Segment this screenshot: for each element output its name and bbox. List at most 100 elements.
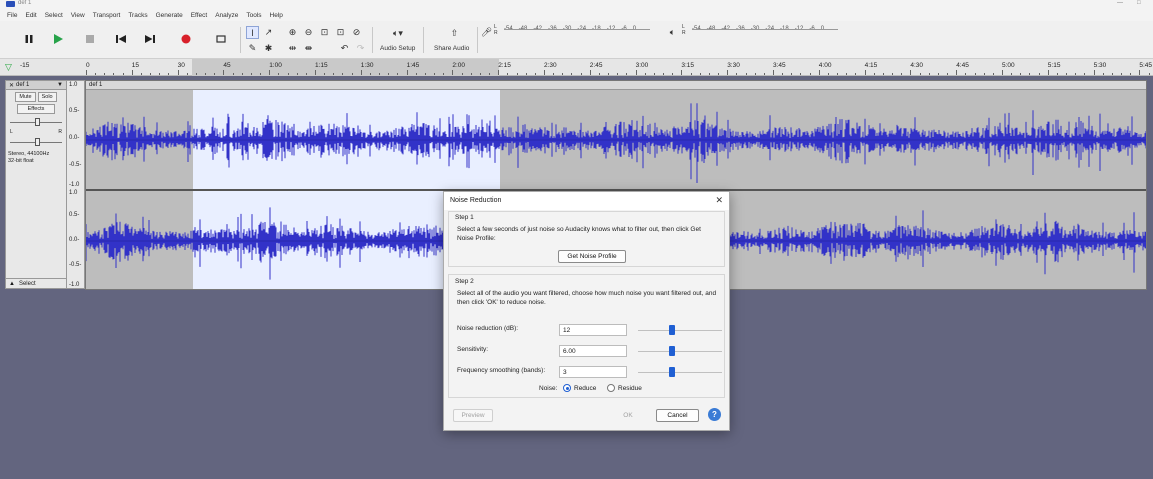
noise-reduction-dialog: Noise Reduction ✕ Step 1 Select a few se… xyxy=(443,191,730,431)
timeline-tick xyxy=(681,70,683,75)
noise-reduction-slider[interactable] xyxy=(638,324,722,336)
timeline-tick xyxy=(140,73,142,75)
timeline-tick-label: 5:45 xyxy=(1139,62,1153,69)
maximize-button[interactable]: □ xyxy=(1137,0,1141,6)
residue-radio[interactable]: Residue xyxy=(607,384,642,392)
frequency-smoothing-input[interactable]: 3 xyxy=(559,366,627,378)
timeline-tick-label: 15 xyxy=(131,62,140,69)
timeline-tick xyxy=(507,73,509,75)
timeline-tick xyxy=(287,73,289,75)
timeline-tick xyxy=(369,73,371,75)
record-icon xyxy=(181,34,191,44)
timeline-tick-label: 4:15 xyxy=(864,62,878,69)
ok-button[interactable]: OK xyxy=(607,409,649,422)
timeline-tick xyxy=(351,73,353,75)
gain-slider[interactable] xyxy=(10,117,62,127)
skip-to-end-button[interactable] xyxy=(140,29,160,49)
audio-setup-button[interactable]: Audio Setup xyxy=(380,45,415,52)
share-audio-button[interactable]: Share Audio xyxy=(434,45,469,52)
share-icon[interactable]: ⇧ xyxy=(448,27,461,40)
timeline-tick xyxy=(809,73,811,75)
record-button[interactable] xyxy=(176,29,196,49)
menu-analyze[interactable]: Analyze xyxy=(215,12,238,19)
mute-button[interactable]: Mute xyxy=(15,92,36,102)
timeline-tick xyxy=(150,73,152,75)
menu-generate[interactable]: Generate xyxy=(156,12,183,19)
zoom-out-icon[interactable]: ⊖ xyxy=(302,26,315,39)
noise-reduction-input[interactable]: 12 xyxy=(559,324,627,336)
sensitivity-input[interactable]: 6.00 xyxy=(559,345,627,357)
collapse-track-icon[interactable]: ▲ xyxy=(9,281,15,287)
timeline-tick xyxy=(1056,73,1058,75)
sensitivity-slider[interactable] xyxy=(638,345,722,357)
timeline-tick xyxy=(791,73,793,75)
timeline-tick xyxy=(626,73,628,75)
playback-meter[interactable]: -54-48-42-36-30-24-18-12-60 xyxy=(692,24,838,34)
timeline-tick xyxy=(415,73,417,75)
menu-help[interactable]: Help xyxy=(270,12,283,19)
track-menu-chevron-icon[interactable]: ▼ xyxy=(57,82,63,88)
draw-tool-icon[interactable]: ✎ xyxy=(246,42,259,55)
toolbar-separator xyxy=(372,27,373,53)
timeline-tick-label: 2:00 xyxy=(452,62,466,69)
timeline-ruler[interactable]: ▽ -15 0 15 30 45 1:00 1:15 1:30 1:45 2:00 2:15 2:3… xyxy=(0,59,1153,76)
get-noise-profile-button[interactable]: Get Noise Profile xyxy=(558,250,626,263)
timeline-tick-label: 2:45 xyxy=(589,62,603,69)
fit-selection-icon[interactable]: ⊡ xyxy=(318,26,331,39)
envelope-tool-icon[interactable]: ↗ xyxy=(262,26,275,39)
timeline-tick xyxy=(241,73,243,75)
cancel-button[interactable]: Cancel xyxy=(656,409,699,422)
selection-tool-icon[interactable]: I xyxy=(246,26,259,39)
record-meter[interactable]: -54-48-42-36-30-24-18-12-60 xyxy=(504,24,650,34)
skip-to-start-button[interactable] xyxy=(111,29,131,49)
solo-button[interactable]: Solo xyxy=(37,92,57,102)
trim-audio-icon[interactable]: ⇹ xyxy=(286,42,299,55)
loop-button[interactable] xyxy=(211,29,231,49)
timeline-tick xyxy=(434,73,436,75)
silence-audio-icon[interactable]: ⇼ xyxy=(302,42,315,55)
track-select-button[interactable]: ▲ Select xyxy=(6,278,66,288)
redo-icon[interactable]: ↷ xyxy=(354,42,367,55)
menu-view[interactable]: View xyxy=(71,12,85,19)
effects-button[interactable]: Effects xyxy=(16,104,56,114)
pan-slider[interactable] xyxy=(10,137,62,147)
reduce-radio[interactable]: Reduce xyxy=(563,384,596,392)
timeline-tick xyxy=(855,73,857,75)
playback-speaker-icon[interactable]: 🔈︎ xyxy=(666,26,679,39)
fit-project-icon[interactable]: ⊡ xyxy=(334,26,347,39)
dialog-close-icon[interactable]: ✕ xyxy=(715,195,723,206)
timeline-tick xyxy=(672,73,674,75)
clip-title[interactable]: def 1 xyxy=(86,81,1146,90)
menu-file[interactable]: File xyxy=(7,12,17,19)
timeline-tick xyxy=(617,73,619,75)
menu-edit[interactable]: Edit xyxy=(25,12,36,19)
timeline-tick xyxy=(763,73,765,75)
help-icon[interactable]: ? xyxy=(708,408,721,421)
timeline-tick xyxy=(1047,70,1049,75)
multi-tool-icon[interactable]: ✱ xyxy=(262,42,275,55)
preview-button[interactable]: Preview xyxy=(453,409,493,422)
timeline-tick-label: 1:30 xyxy=(360,62,374,69)
undo-icon[interactable]: ↶ xyxy=(338,42,351,55)
play-button[interactable] xyxy=(48,29,68,49)
zoom-in-icon[interactable]: ⊕ xyxy=(286,26,299,39)
frequency-smoothing-slider[interactable] xyxy=(638,366,722,378)
menu-select[interactable]: Select xyxy=(45,12,63,19)
pause-button[interactable] xyxy=(19,29,39,49)
track-name[interactable]: def 1 xyxy=(14,82,57,88)
menu-tracks[interactable]: Tracks xyxy=(128,12,147,19)
speaker-dropdown-icon[interactable]: 🔈︎▾ xyxy=(387,27,409,40)
timeline-tick xyxy=(827,73,829,75)
menu-transport[interactable]: Transport xyxy=(93,12,121,19)
timeline-tick-label: 1:00 xyxy=(269,62,282,69)
timeline-play-head-icon[interactable]: ▽ xyxy=(5,62,12,73)
minimize-button[interactable]: — xyxy=(1117,0,1123,6)
track-control-panel[interactable]: ✕ def 1 ▼ Mute Solo Effects L R Stereo, … xyxy=(5,80,67,289)
timeline-tick xyxy=(699,73,701,75)
zoom-toggle-icon[interactable]: ⊘ xyxy=(350,26,363,39)
microphone-icon[interactable]: 🎤︎ xyxy=(480,26,493,39)
menu-tools[interactable]: Tools xyxy=(246,12,261,19)
track-name-row[interactable]: ✕ def 1 ▼ xyxy=(6,81,66,90)
menu-effect[interactable]: Effect xyxy=(191,12,208,19)
stop-button[interactable] xyxy=(80,29,100,49)
